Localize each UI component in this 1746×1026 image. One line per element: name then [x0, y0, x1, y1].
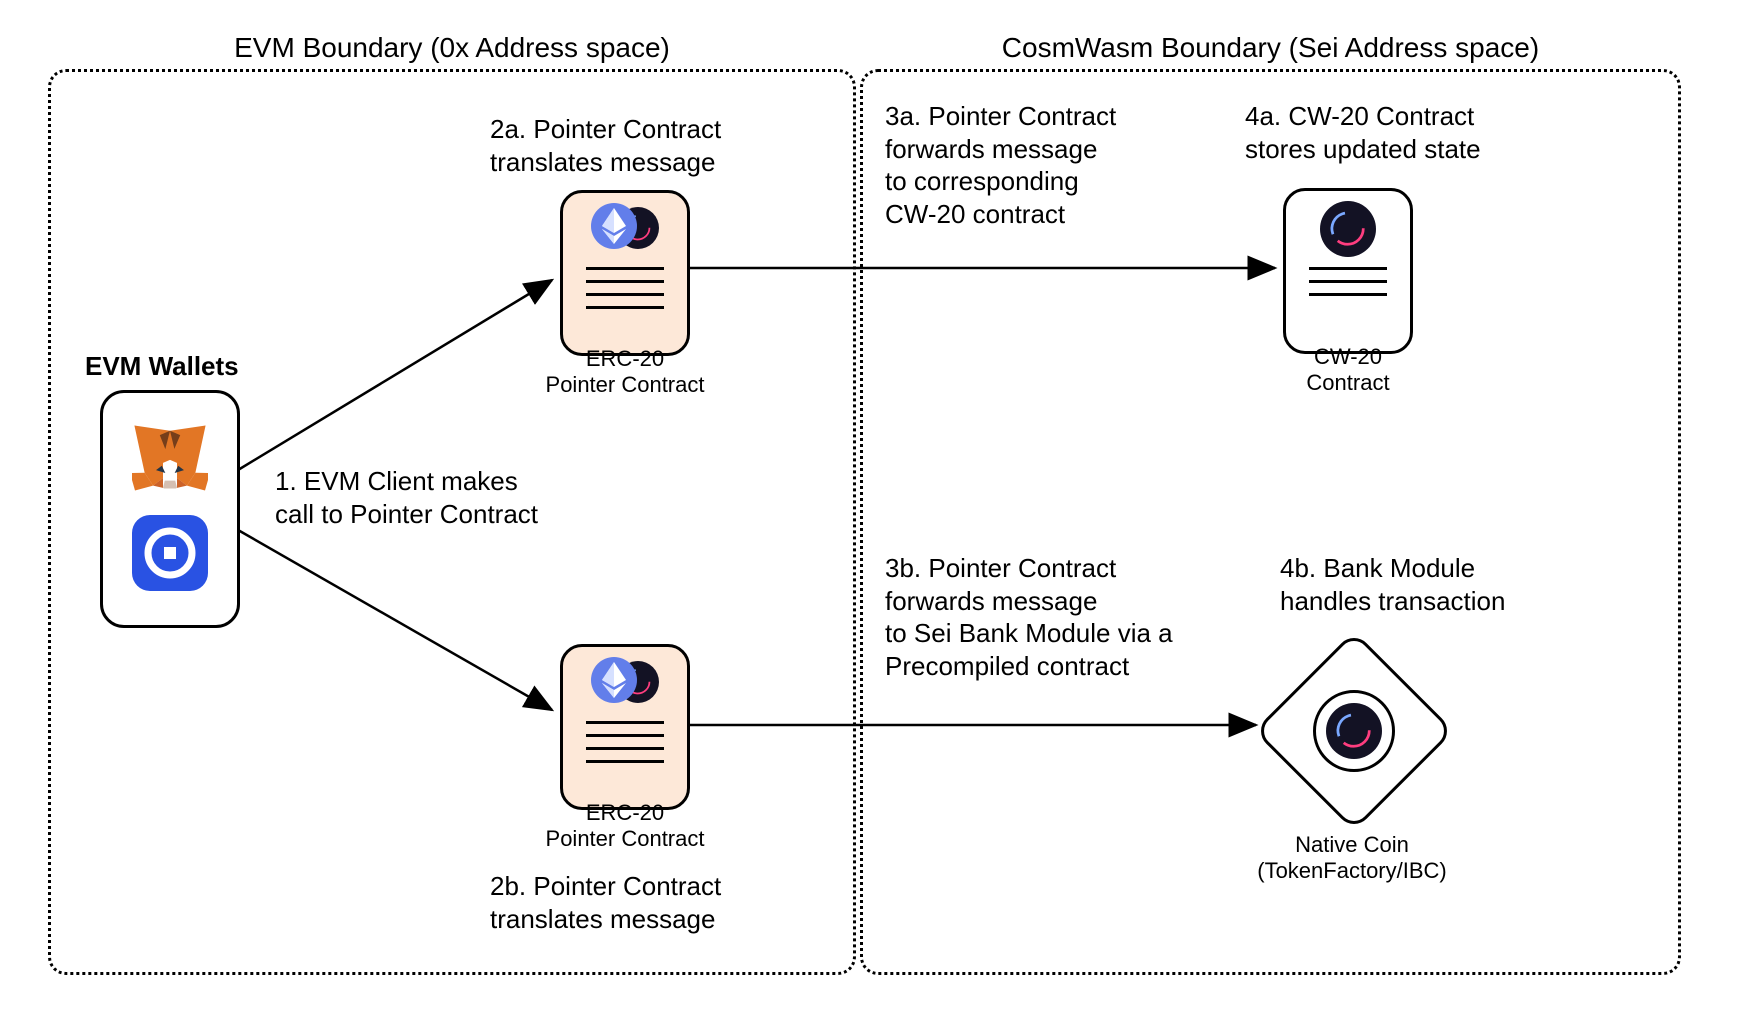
wallets-title: EVM Wallets [85, 350, 239, 383]
ethereum-icon [591, 657, 637, 703]
contract-lines-icon [586, 267, 664, 309]
step-1-label: 1. EVM Client makes call to Pointer Cont… [275, 465, 595, 530]
step-4b-label: 4b. Bank Module handles transaction [1280, 552, 1580, 617]
step-2b-label: 2b. Pointer Contract translates message [490, 870, 790, 935]
ethereum-icon [591, 203, 637, 249]
erc20-pointer-a-label: ERC-20 Pointer Contract [525, 346, 725, 399]
cw20-contract-label: CW-20 Contract [1248, 344, 1448, 397]
step-3a-label: 3a. Pointer Contract forwards message to… [885, 100, 1185, 230]
contract-lines-icon [586, 721, 664, 763]
wallets-box [100, 390, 240, 628]
erc20-pointer-a [560, 190, 690, 356]
contract-lines-icon [1309, 267, 1387, 296]
eth-sei-icon-pair [591, 657, 659, 707]
sei-icon [1326, 703, 1382, 759]
cw20-contract [1283, 188, 1413, 354]
coinbase-icon [132, 515, 208, 596]
cosmwasm-boundary-title: CosmWasm Boundary (Sei Address space) [863, 32, 1678, 64]
sei-icon-ring [1313, 690, 1395, 772]
diagram-canvas: EVM Boundary (0x Address space) CosmWasm… [0, 0, 1746, 1026]
native-coin-label: Native Coin (TokenFactory/IBC) [1252, 832, 1452, 885]
step-3b-label: 3b. Pointer Contract forwards message to… [885, 552, 1215, 682]
eth-sei-icon-pair [591, 203, 659, 253]
step-4a-label: 4a. CW-20 Contract stores updated state [1245, 100, 1545, 165]
step-2a-label: 2a. Pointer Contract translates message [490, 113, 790, 178]
erc20-pointer-b [560, 644, 690, 810]
evm-boundary-title: EVM Boundary (0x Address space) [51, 32, 853, 64]
metamask-icon [132, 422, 208, 497]
sei-icon [1320, 201, 1376, 257]
erc20-pointer-b-label: ERC-20 Pointer Contract [525, 800, 725, 853]
